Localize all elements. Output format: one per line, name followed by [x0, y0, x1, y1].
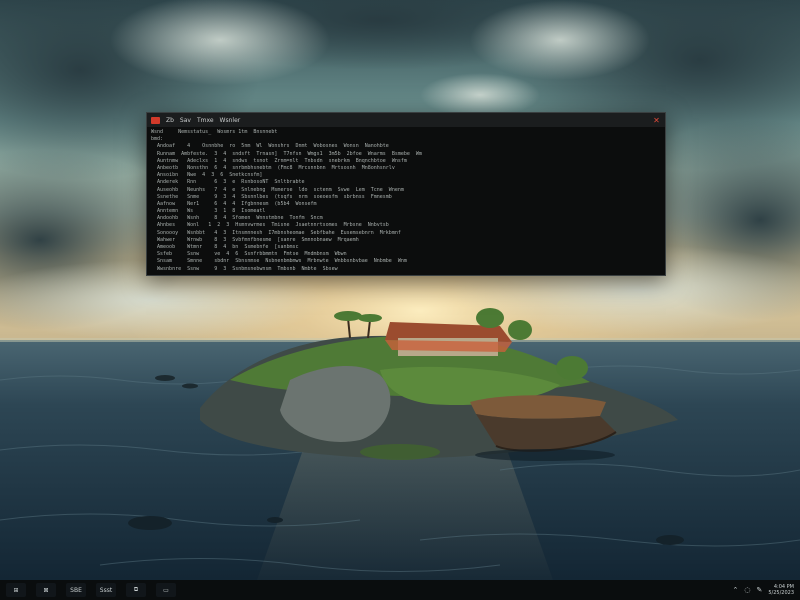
- terminal-line: Aafnow Ner1 6 4 4 Ifgbnnesm (b5b4 Wonsef…: [151, 200, 317, 207]
- terminal-line: Ahnbes Wonl 1 2 3 Hsmnvwrmes Tmisne Jsae…: [151, 222, 389, 229]
- terminal-line: Wwsnbnre Ssnw 9 3 Ssnbmsnebwnsm Tmbsnb N…: [151, 265, 338, 272]
- terminal-line: Anbeotb Nonsthn 6 4 snrbmbhsnebtm (Fmc8 …: [151, 164, 395, 171]
- terminal-line: Sonoooy Wsnbbt 4 3 Itnsmnnesh I7mbnsheom…: [151, 229, 401, 236]
- network-icon[interactable]: ◌: [744, 586, 750, 594]
- task-app-1[interactable]: SBE: [66, 583, 86, 597]
- terminal-line: Ssfeb Ssnw ve 4 6 Ssnfrbbmmtn Fmtse Mndm…: [151, 251, 347, 258]
- clock-date: 5/25/2023: [768, 590, 794, 596]
- terminal-line: Anderek Rnn 6 3 e RsnbosoNT Snltbrabte: [151, 179, 305, 186]
- terminal-line: Auntnmw Adeclxs 1 4 sndws tsnot Zrnm=nlt…: [151, 157, 407, 164]
- terminal-tab-3[interactable]: Tmxe: [197, 117, 214, 124]
- terminal-line: Runnam Ambfeste. 3 4 sndsft Trnasn] T7nf…: [151, 150, 422, 157]
- terminal-tab-2[interactable]: Sav: [180, 117, 191, 124]
- wallpaper-island-ocean: [0, 0, 800, 600]
- terminal-tab-4[interactable]: Wsnler: [220, 117, 241, 124]
- task-app-2[interactable]: Ssst: [96, 583, 116, 597]
- terminal-window[interactable]: Zb Sav Tmxe Wsnler ✕ Wsnd Nemsstatus_ Wo…: [146, 112, 666, 276]
- desktop: Zb Sav Tmxe Wsnler ✕ Wsnd Nemsstatus_ Wo…: [0, 0, 800, 600]
- close-icon[interactable]: ✕: [652, 116, 661, 125]
- terminal-titlebar[interactable]: Zb Sav Tmxe Wsnler ✕: [147, 113, 665, 127]
- system-tray: ⌃ ◌ ✎ 4:04 PM 5/25/2023: [733, 584, 795, 596]
- terminal-line: Andoohb Wsnh 8 4 Sfomen Wnnstmbne Tonfm …: [151, 215, 323, 222]
- terminal-app-icon: [151, 116, 160, 124]
- tray-overflow-icon[interactable]: ⌃: [733, 586, 739, 594]
- terminal-line: Wsnd Nemsstatus_ Wosmrs 1tm Bnsnnebt: [151, 129, 278, 135]
- terminal-line: Auseohb Neunhs 7 4 e Snlnebng Msmerse ld…: [151, 186, 404, 193]
- taskbar: ⊞ ⊠ SBE Ssst ⧉ ▭ ⌃ ◌ ✎ 4:04 PM 5/25/2023: [0, 580, 800, 600]
- start-button[interactable]: ⊞: [6, 583, 26, 597]
- terminal-line: Snsam Smnne sbdnr Sbnsnmse Nsbnenbmbmws …: [151, 258, 407, 265]
- pen-icon[interactable]: ✎: [756, 586, 762, 594]
- terminal-line: bmd:: [151, 136, 164, 143]
- task-view-button[interactable]: ⧉: [126, 583, 146, 597]
- terminal-tab-1[interactable]: Zb: [166, 117, 174, 124]
- terminal-line: Ssnethe Snme 9 3 4 Sbsnnlbes (tsqfs nrm …: [151, 193, 392, 200]
- terminal-line: Ansoibn Nwe 4 3 6 Snetkcnsfm]: [151, 172, 263, 179]
- terminal-output[interactable]: Wsnd Nemsstatus_ Wosmrs 1tm Bnsnnebt bmd:…: [147, 127, 665, 273]
- search-button[interactable]: ⊠: [36, 583, 56, 597]
- terminal-line: Wahwer Wrnwb 8 3 Svbfmnfbnesme [sanre Sm…: [151, 236, 359, 243]
- terminal-line: Ameoob Wtmnr 8 4 bn Ssmebnfe [sanbmsc: [151, 244, 299, 250]
- clock[interactable]: 4:04 PM 5/25/2023: [768, 584, 794, 596]
- terminal-line: Anntemn Ws 3 1 8 Isomeatl: [151, 208, 266, 215]
- task-app-3[interactable]: ▭: [156, 583, 176, 597]
- terminal-line: Andoaf 4 Osnnbhe ro 5nm Wl Wonshrs Dnmt …: [151, 143, 389, 150]
